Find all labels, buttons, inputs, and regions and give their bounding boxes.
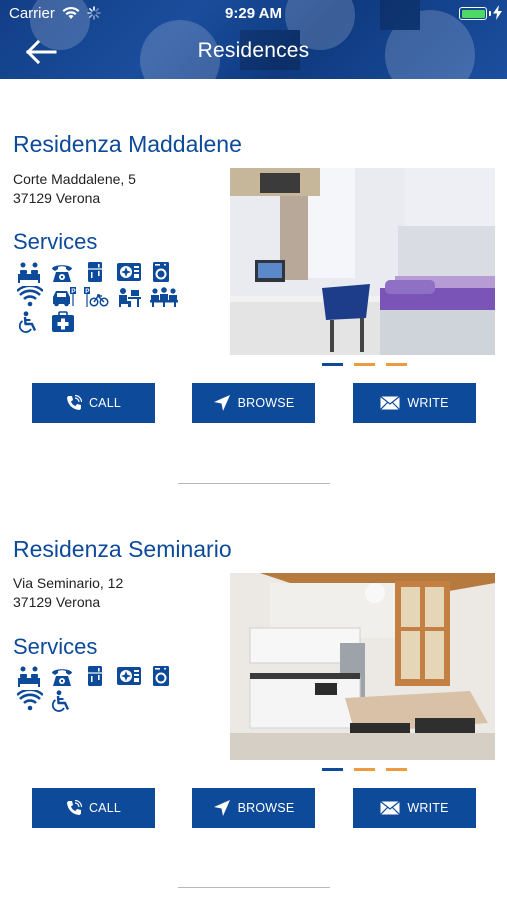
refrigerator-icon [83,261,116,283]
carousel-dot[interactable] [386,768,407,771]
browse-button-label: BROWSE [237,801,295,815]
call-button[interactable]: CALL [32,383,155,423]
section-divider [178,887,330,888]
envelope-icon [380,801,401,815]
phone-icon [50,665,83,687]
refrigerator-icon [83,665,116,687]
carousel-dots [322,363,407,366]
phone-icon [50,261,83,283]
write-button-label: WRITE [407,396,449,410]
carousel-dot[interactable] [322,768,343,771]
address-street: Corte Maddalene, 5 [13,171,136,187]
services-icons [17,259,187,334]
section-divider [178,483,330,484]
washing-machine-icon [149,665,182,687]
carousel-dot[interactable] [354,768,375,771]
residence-photo[interactable] [230,573,495,760]
carousel-dot[interactable] [354,363,375,366]
wifi-icon [17,690,50,712]
bedroom-icon [17,665,50,687]
residence-name: Residenza Seminario [13,536,232,562]
bedroom-icon [17,261,50,283]
phone-icon [66,800,82,815]
bike-parking-icon [83,286,116,308]
envelope-icon [380,396,401,410]
status-time: 9:29 AM [225,5,282,22]
phone-icon [66,395,82,410]
battery-tip [489,11,491,16]
call-button-label: CALL [88,396,122,410]
study-room-icon [116,286,149,308]
call-button-label: CALL [88,801,122,815]
services-title: Services [13,229,98,254]
browse-button[interactable]: BROWSE [192,788,315,828]
residence-name: Residenza Maddalene [13,131,242,157]
common-room-icon [149,286,182,308]
call-button[interactable]: CALL [32,788,155,828]
wheelchair-icon [50,690,83,712]
parking-icon [50,286,83,308]
navigation-arrow-icon [213,395,230,411]
first-aid-icon [50,311,83,333]
navigation-arrow-icon [213,800,230,816]
residence-photo[interactable] [230,168,495,355]
air-conditioning-icon [116,261,149,283]
wheelchair-icon [17,311,50,333]
nav-header: Carrier 9:29 AM Residences [0,0,507,79]
carousel-dots [322,768,407,771]
carousel-dot[interactable] [386,363,407,366]
residence-address: Via Seminario, 12 37129 Verona [13,574,123,612]
services-title: Services [13,634,98,659]
wifi-icon [17,286,50,308]
battery-icon [459,7,487,20]
charging-bolt-icon [493,5,502,20]
write-button[interactable]: WRITE [353,788,476,828]
browse-button[interactable]: BROWSE [192,383,315,423]
washing-machine-icon [149,261,182,283]
address-city: 37129 Verona [13,190,101,206]
address-city: 37129 Verona [13,594,101,610]
write-button-label: WRITE [407,801,449,815]
page-title: Residences [197,39,310,62]
services-icons [17,663,187,713]
browse-button-label: BROWSE [237,396,295,410]
write-button[interactable]: WRITE [353,383,476,423]
carousel-dot[interactable] [322,363,343,366]
air-conditioning-icon [116,665,149,687]
residence-address: Corte Maddalene, 5 37129 Verona [13,170,136,208]
status-bar: Carrier 9:29 AM [0,0,507,28]
address-street: Via Seminario, 12 [13,575,124,591]
